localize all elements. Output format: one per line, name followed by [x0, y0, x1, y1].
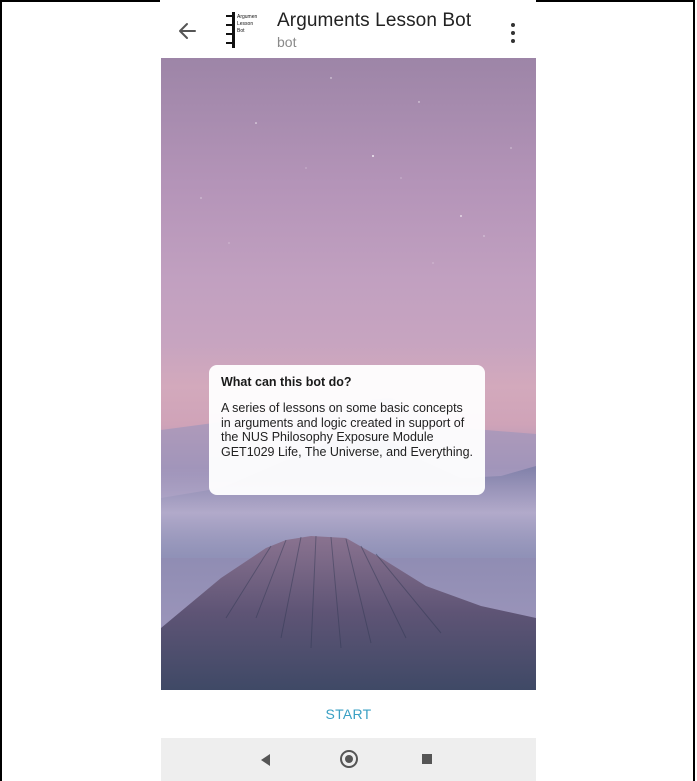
info-card-description: A series of lessons on some basic concep…: [221, 401, 473, 459]
triangle-back-icon[interactable]: [261, 754, 270, 766]
frame-top-border-right: [536, 0, 695, 2]
bot-info-card: What can this bot do? A series of lesson…: [209, 365, 485, 495]
square-recents-icon[interactable]: [422, 754, 432, 764]
bot-avatar[interactable]: Argumen Lesson Bot: [223, 12, 265, 48]
circle-home-icon[interactable]: [340, 750, 358, 768]
more-options-button[interactable]: [501, 20, 525, 46]
frame-top-border-left: [0, 0, 160, 2]
chat-wallpaper: What can this bot do? A series of lesson…: [161, 58, 536, 690]
arrow-left-icon: [179, 23, 196, 39]
back-button[interactable]: [175, 18, 201, 44]
android-navigation-bar: [161, 738, 536, 781]
avatar-logo-text: Argumen Lesson Bot: [237, 14, 258, 34]
more-vertical-icon: [511, 23, 515, 27]
start-button[interactable]: START: [161, 706, 536, 722]
start-bar: START: [161, 690, 536, 738]
frame-left-border: [0, 0, 2, 781]
chat-title[interactable]: Arguments Lesson Bot: [277, 10, 471, 32]
phone-screen: Argumen Lesson Bot Arguments Lesson Bot …: [161, 0, 536, 781]
frame-right-border: [693, 0, 695, 781]
info-card-title: What can this bot do?: [221, 375, 352, 389]
chat-header: Argumen Lesson Bot Arguments Lesson Bot …: [161, 0, 536, 58]
chat-subtitle: bot: [277, 34, 297, 50]
